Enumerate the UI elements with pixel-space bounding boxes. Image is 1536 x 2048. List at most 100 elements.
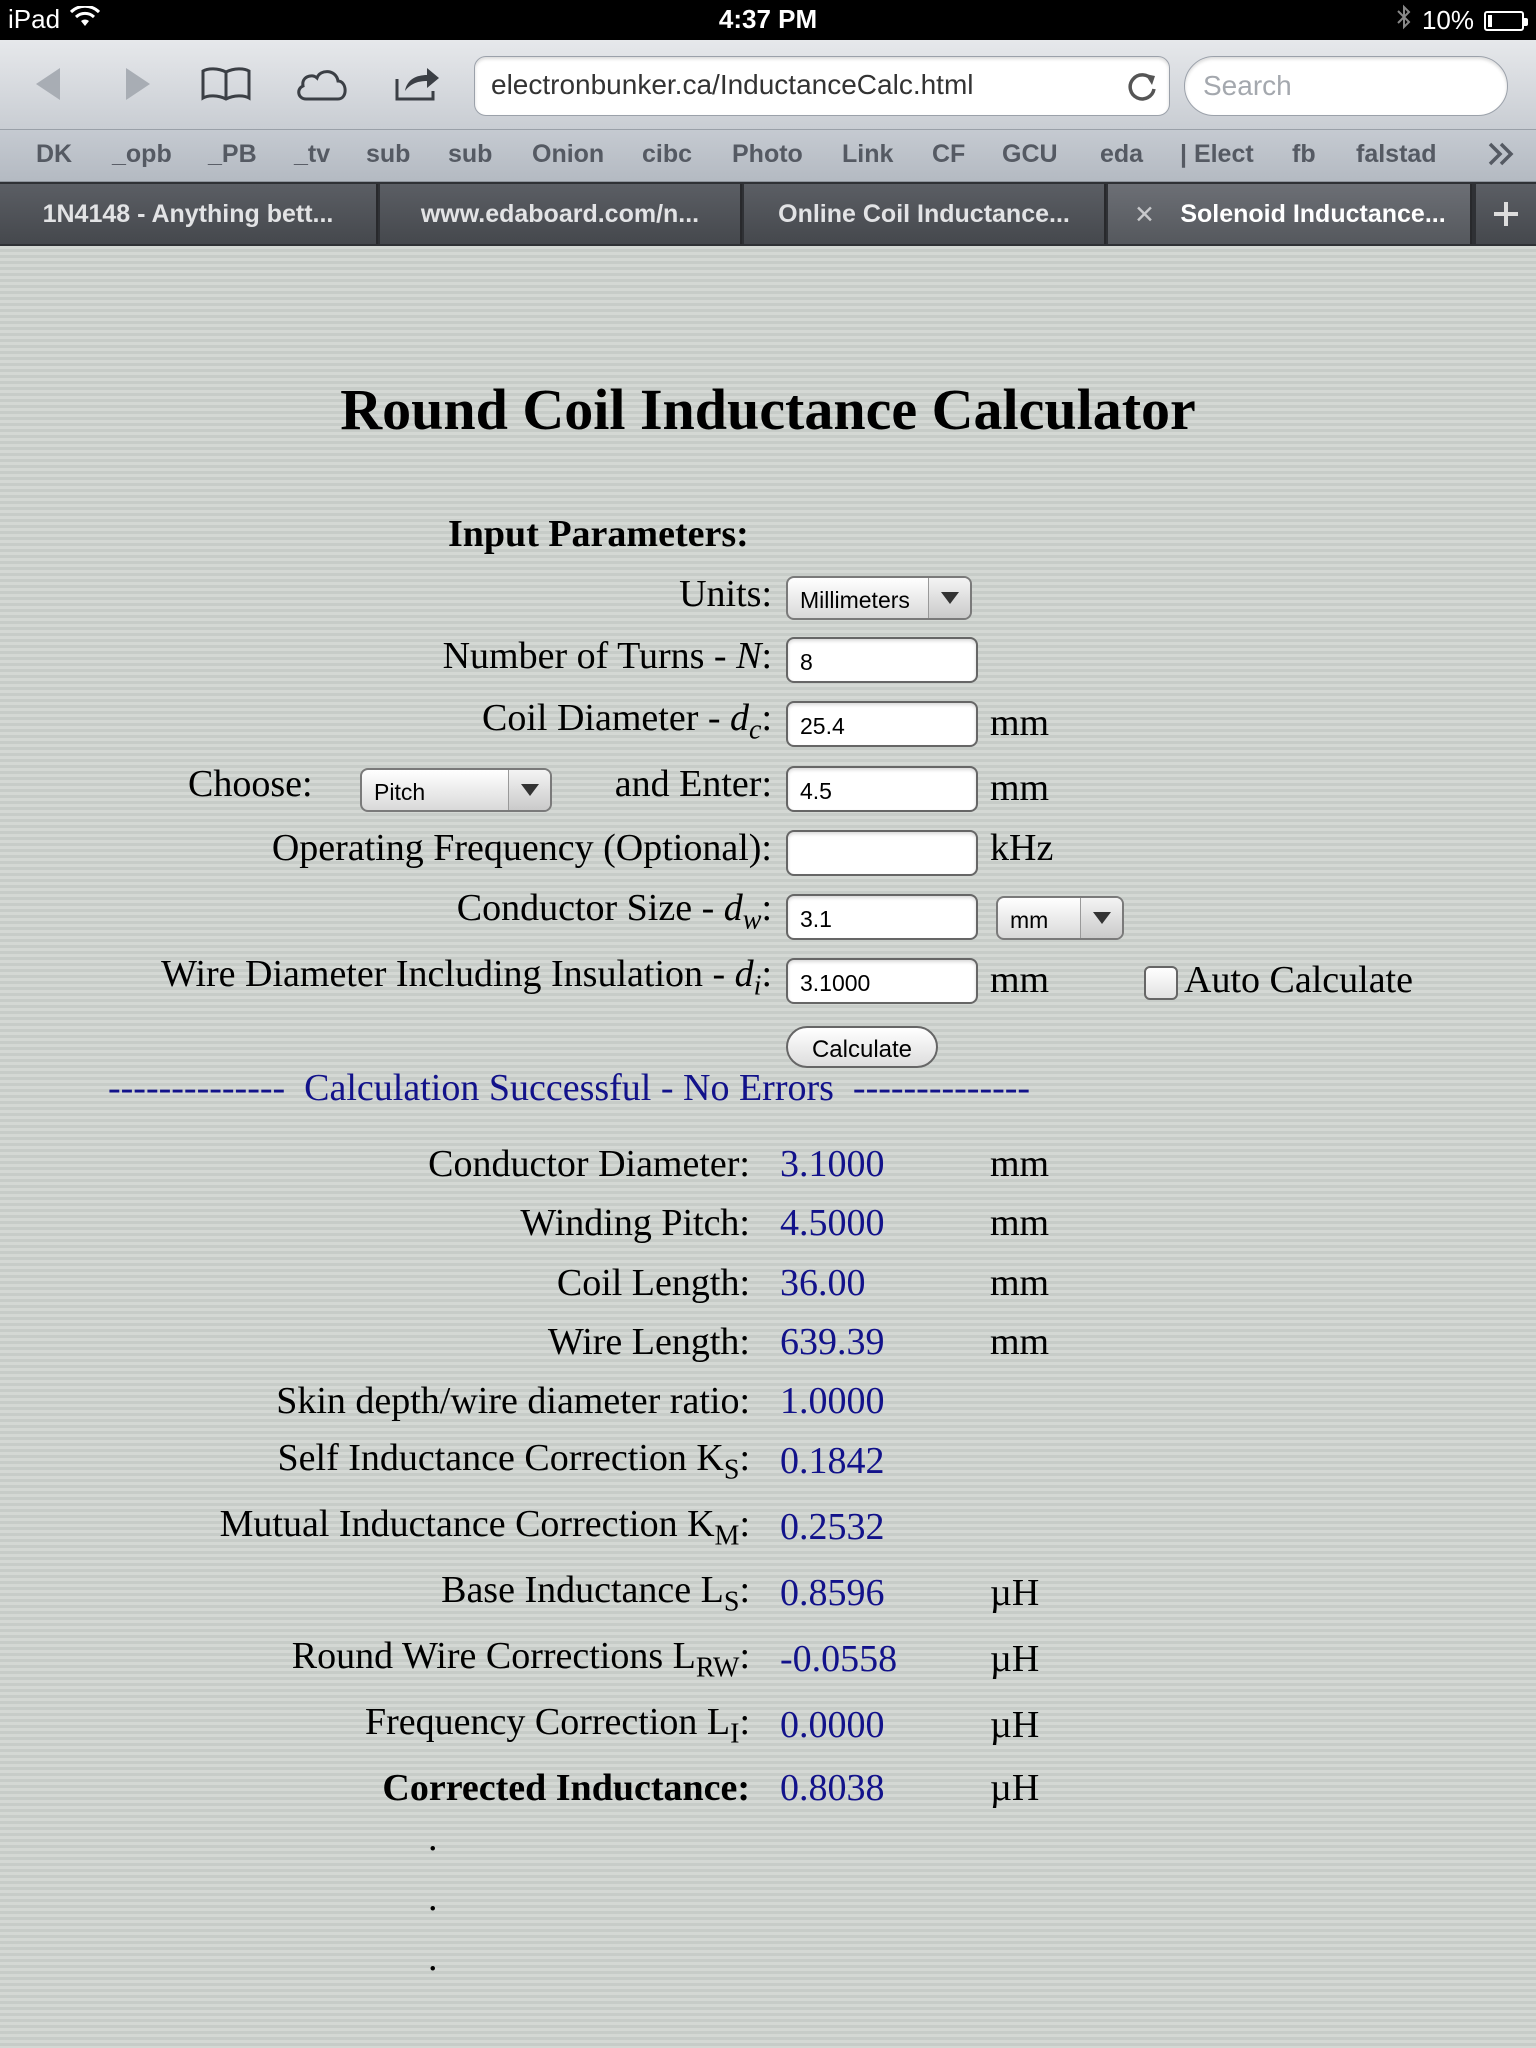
tab-1n4148[interactable]: 1N4148 - Anything bett... <box>0 184 378 244</box>
conductor-size-unit-select[interactable]: mm <box>996 896 1124 940</box>
new-tab-button[interactable] <box>1476 184 1536 244</box>
result-value: 0.1842 <box>780 1440 885 1482</box>
battery-icon <box>1484 10 1528 31</box>
bookmarks-button[interactable] <box>196 58 256 110</box>
tab-label: Solenoid Inductance... <box>1180 200 1446 228</box>
result-value: 0.8596 <box>780 1572 885 1614</box>
result-value: 3.1000 <box>780 1143 885 1185</box>
calculate-button[interactable]: Calculate <box>786 1026 938 1068</box>
pitch-input[interactable]: 4.5 <box>786 766 978 812</box>
result-label: Coil Length: <box>556 1262 750 1304</box>
status-right: 10% <box>1396 4 1528 37</box>
ellipsis-dot: . <box>428 1937 438 1979</box>
result-label: Conductor Diameter: <box>428 1143 750 1185</box>
bookmark-item[interactable]: Photo <box>732 140 803 169</box>
coil-diameter-input[interactable]: 25.4 <box>786 701 978 747</box>
more-bookmarks-icon[interactable] <box>1486 138 1516 175</box>
result-unit: mm <box>990 1202 1050 1244</box>
result-unit: µH <box>990 1704 1040 1746</box>
result-value: 0.2532 <box>780 1506 885 1548</box>
result-label: Winding Pitch: <box>520 1202 750 1244</box>
conductor-size-input[interactable]: 3.1 <box>786 894 978 940</box>
conductor-size-unit-value: mm <box>1010 907 1049 933</box>
frequency-label: Operating Frequency (Optional): <box>271 827 772 869</box>
status-message: -------------- Calculation Successful - … <box>108 1067 1031 1109</box>
wire-diameter-label: Wire Diameter Including Insulation - di: <box>161 953 772 1002</box>
result-value: 36.00 <box>780 1262 866 1304</box>
url-text: electronbunker.ca/InductanceCalc.html <box>491 69 974 100</box>
pitch-unit: mm <box>990 767 1050 809</box>
bookmark-item[interactable]: DK <box>36 140 72 169</box>
pitch-select-value: Pitch <box>374 779 426 805</box>
coil-diameter-label: Coil Diameter - dc: <box>482 697 772 746</box>
result-value: 639.39 <box>780 1321 885 1363</box>
reload-icon[interactable] <box>1125 69 1159 110</box>
bookmark-item[interactable]: CF <box>932 140 965 169</box>
result-label: Skin depth/wire diameter ratio: <box>276 1380 750 1422</box>
coil-diameter-unit: mm <box>990 702 1050 744</box>
result-value: -0.0558 <box>780 1638 898 1680</box>
forward-button[interactable] <box>108 58 168 110</box>
tab-solenoid-inductance[interactable]: ✕ Solenoid Inductance... <box>1108 184 1472 244</box>
result-label: Self Inductance Correction KS: <box>277 1437 750 1486</box>
share-icon <box>395 68 439 101</box>
bookmark-item[interactable]: cibc <box>642 140 692 169</box>
bluetooth-icon <box>1396 4 1412 37</box>
units-select[interactable]: Millimeters <box>786 576 972 620</box>
result-unit: mm <box>990 1321 1050 1363</box>
bookmark-item[interactable]: _tv <box>294 140 330 169</box>
share-button[interactable] <box>388 58 448 110</box>
clock: 4:37 PM <box>718 4 818 34</box>
close-icon[interactable]: ✕ <box>1134 200 1155 230</box>
result-value: 1.0000 <box>780 1380 885 1422</box>
units-select-value: Millimeters <box>800 587 910 613</box>
turns-input[interactable]: 8 <box>786 637 978 683</box>
bookmark-item[interactable]: | Elect <box>1180 140 1254 169</box>
and-enter-label: and Enter: <box>614 763 772 805</box>
back-button[interactable] <box>18 58 78 110</box>
bookmark-item[interactable]: eda <box>1100 140 1143 169</box>
result-label: Round Wire Corrections LRW: <box>291 1635 750 1684</box>
tab-bar: 1N4148 - Anything bett... www.edaboard.c… <box>0 182 1536 246</box>
result-value: 4.5000 <box>780 1202 885 1244</box>
tab-label: Online Coil Inductance... <box>778 200 1070 228</box>
bookmark-item[interactable]: Link <box>842 140 893 169</box>
chevron-down-icon <box>1080 898 1122 938</box>
wire-diameter-unit: mm <box>990 959 1050 1001</box>
result-unit: µH <box>990 1572 1040 1614</box>
chevron-down-icon <box>508 770 550 810</box>
bookmark-item[interactable]: _opb <box>112 140 172 169</box>
auto-calculate-label: Auto Calculate <box>1184 959 1413 1001</box>
book-icon <box>201 67 251 101</box>
auto-calculate-checkbox[interactable] <box>1144 966 1178 1000</box>
status-bar: iPad 4:37 PM 10% <box>0 0 1536 40</box>
tab-online-coil-inductance[interactable]: Online Coil Inductance... <box>744 184 1106 244</box>
bookmark-item[interactable]: sub <box>448 140 492 169</box>
bookmark-item[interactable]: GCU <box>1002 140 1058 169</box>
frequency-unit: kHz <box>990 827 1054 869</box>
result-unit: µH <box>990 1767 1040 1809</box>
tab-edaboard[interactable]: www.edaboard.com/n... <box>380 184 742 244</box>
pitch-select[interactable]: Pitch <box>360 768 552 812</box>
page-content: Round Coil Inductance Calculator Input P… <box>0 246 1536 2048</box>
search-input[interactable]: Search <box>1184 56 1508 116</box>
page-title: Round Coil Inductance Calculator <box>340 377 1196 442</box>
wire-diameter-input[interactable]: 3.1000 <box>786 958 978 1004</box>
result-unit: mm <box>990 1262 1050 1304</box>
cloud-icon <box>297 70 347 101</box>
input-heading: Input Parameters: <box>448 513 749 555</box>
bookmark-item[interactable]: Onion <box>532 140 604 169</box>
bookmark-item[interactable]: falstad <box>1356 140 1437 169</box>
choose-label: Choose: <box>188 763 313 805</box>
icloud-tabs-button[interactable] <box>292 58 352 110</box>
frequency-input[interactable] <box>786 830 978 876</box>
url-field[interactable]: electronbunker.ca/InductanceCalc.html <box>474 56 1170 116</box>
result-unit: mm <box>990 1143 1050 1185</box>
result-label: Wire Length: <box>547 1321 750 1363</box>
bookmark-item[interactable]: sub <box>366 140 410 169</box>
bookmark-item[interactable]: fb <box>1292 140 1316 169</box>
bookmark-item[interactable]: _PB <box>208 140 257 169</box>
tab-label: 1N4148 - Anything bett... <box>42 200 334 228</box>
conductor-size-label: Conductor Size - dw: <box>456 887 772 936</box>
result-unit: µH <box>990 1638 1040 1680</box>
